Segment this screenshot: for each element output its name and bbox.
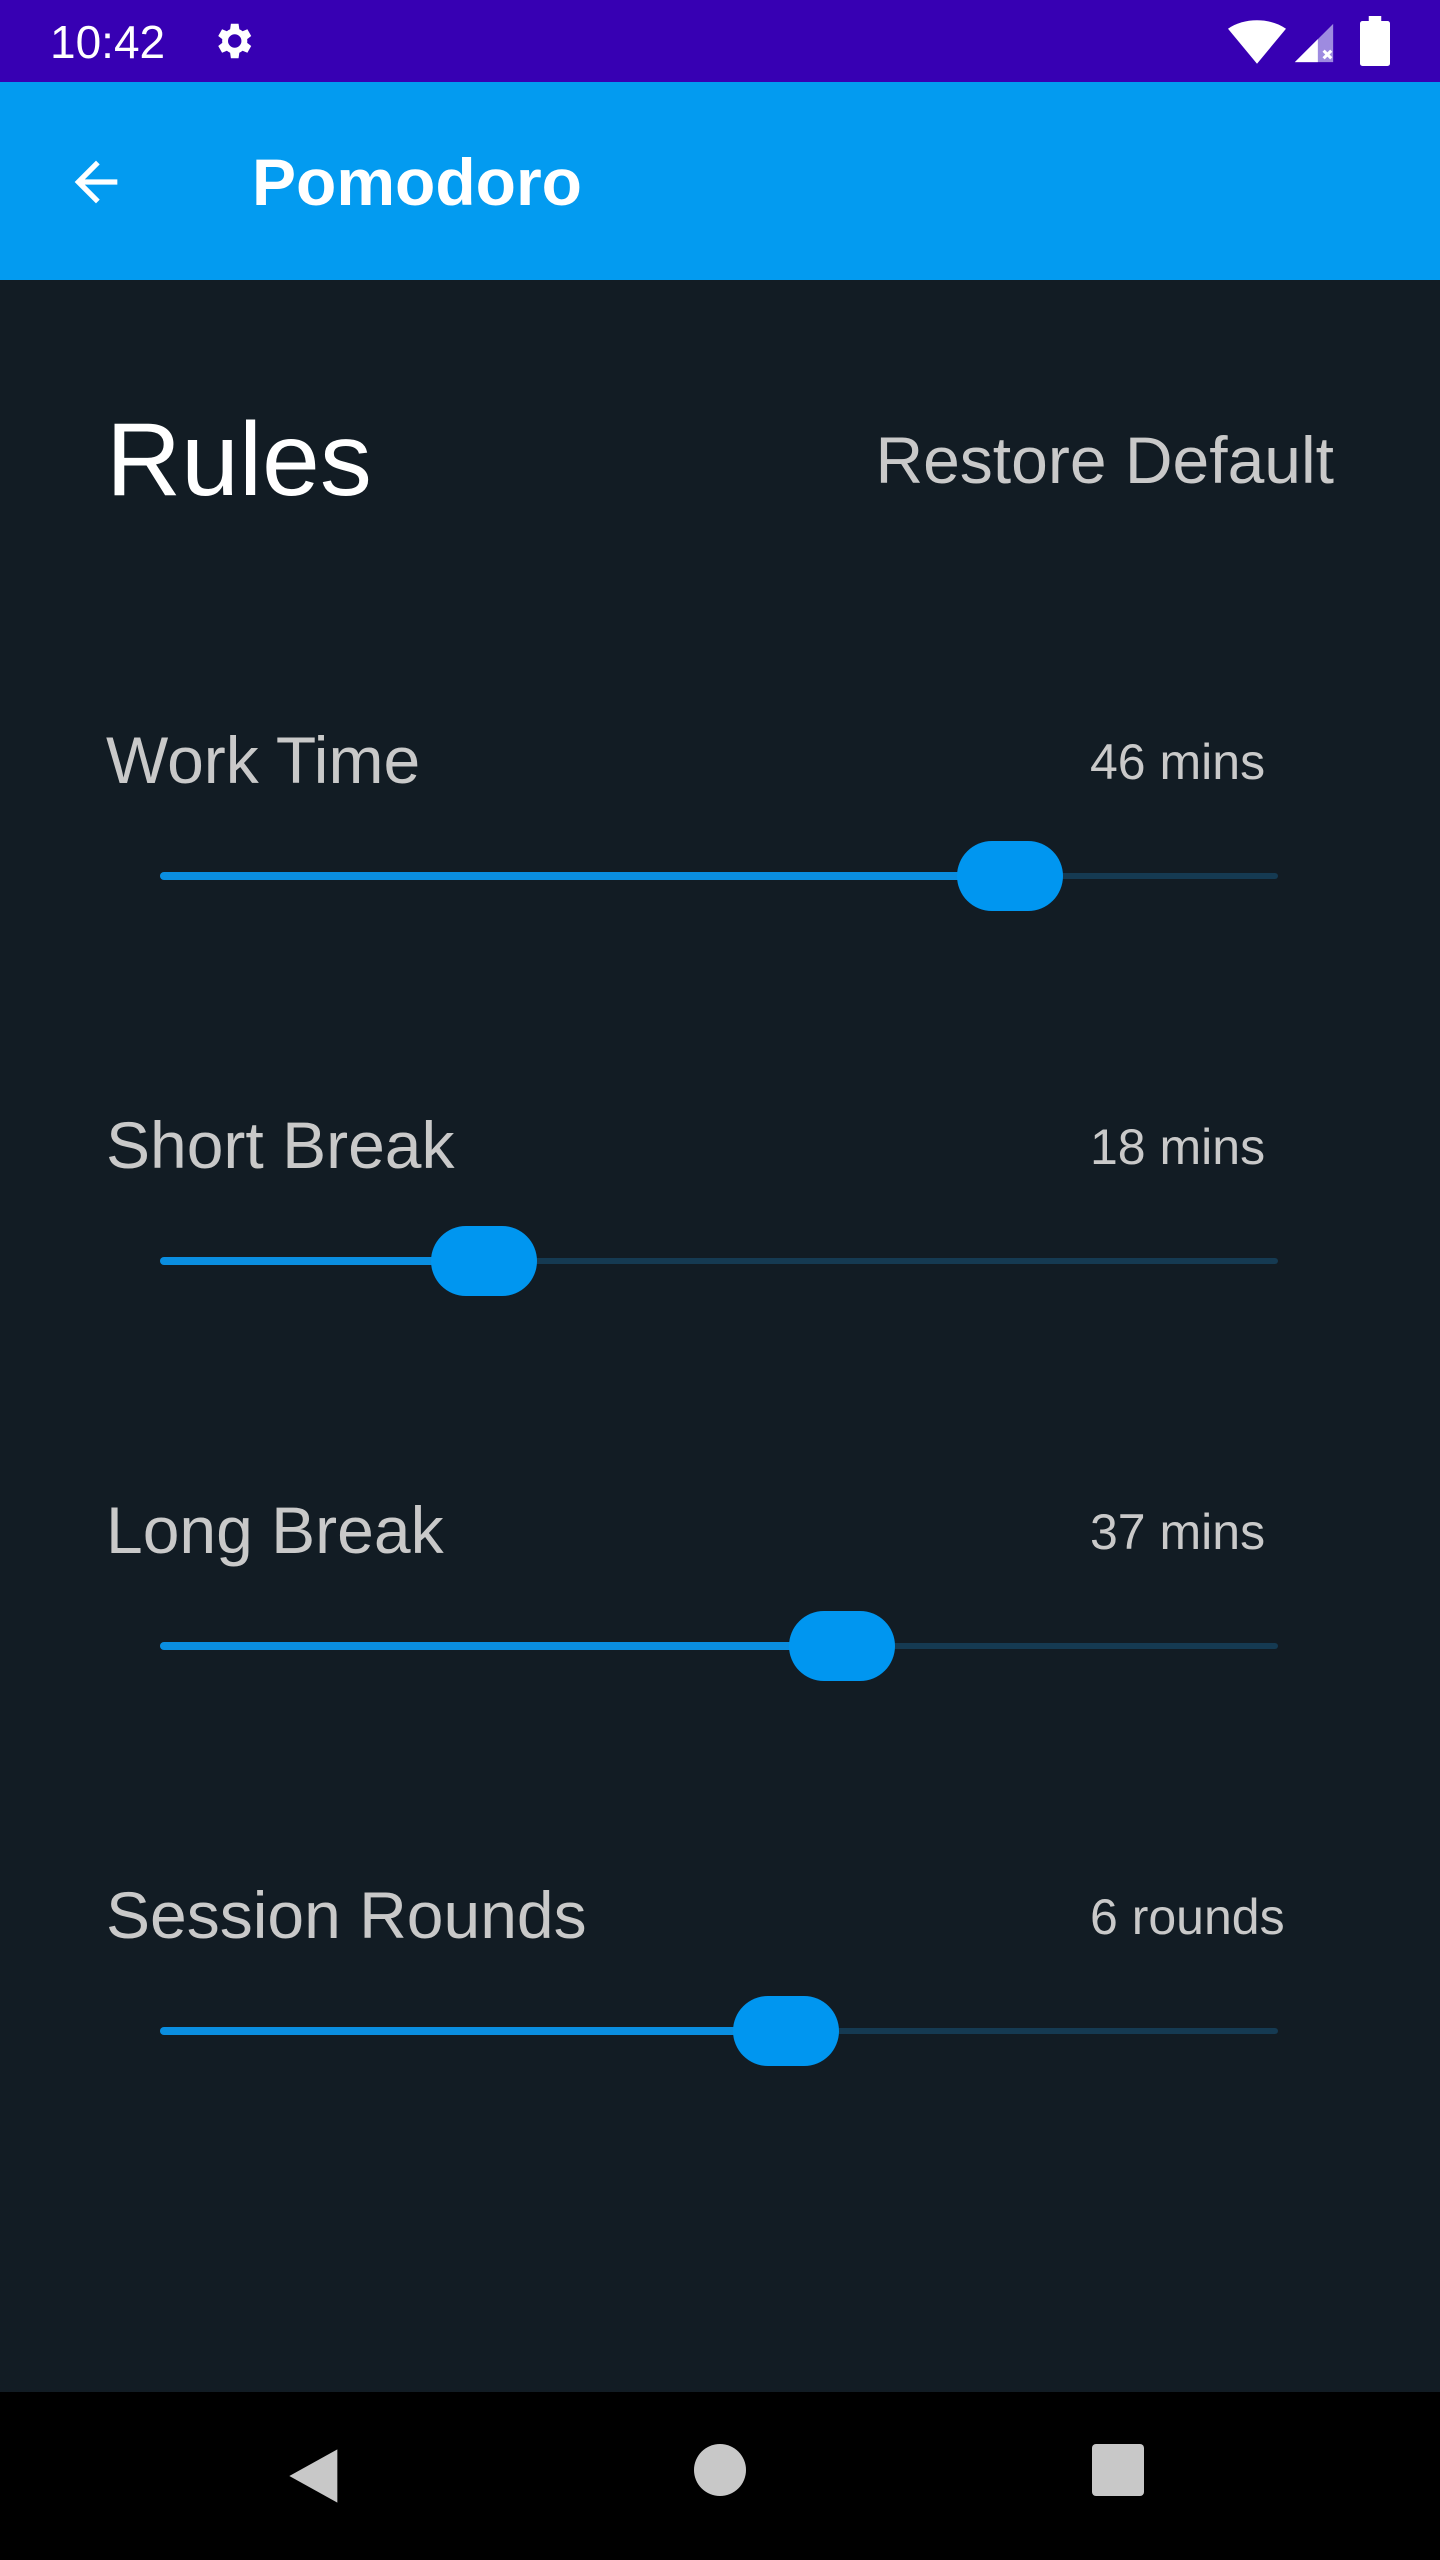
long-break-slider[interactable]: [160, 1611, 1278, 1681]
status-bar: 10:42: [0, 0, 1440, 82]
setting-long-break: Long Break 37 mins: [0, 1490, 1440, 1790]
restore-default-button[interactable]: Restore Default: [875, 420, 1334, 500]
setting-label: Short Break: [106, 1108, 455, 1182]
slider-thumb[interactable]: [956, 841, 1063, 911]
setting-label: Work Time: [106, 723, 421, 797]
slider-thumb[interactable]: [733, 1996, 840, 2066]
nav-home-icon[interactable]: [694, 2444, 746, 2496]
arrow-back-icon: [74, 160, 118, 204]
setting-label: Session Rounds: [106, 1878, 587, 1952]
setting-value: 6 rounds: [1090, 1889, 1285, 1945]
short-break-slider[interactable]: [160, 1226, 1278, 1296]
setting-value: 46 mins: [1090, 734, 1266, 790]
nav-recents-icon[interactable]: [1092, 2444, 1144, 2496]
setting-label: Long Break: [106, 1493, 444, 1567]
gear-icon: [218, 23, 252, 59]
signal-icon: [1294, 23, 1334, 63]
status-time: 10:42: [50, 16, 166, 68]
back-button[interactable]: [60, 146, 132, 218]
setting-value: 37 mins: [1090, 1504, 1266, 1560]
session-rounds-slider[interactable]: [160, 1996, 1278, 2066]
slider-thumb[interactable]: [788, 1611, 895, 1681]
work-time-slider[interactable]: [160, 841, 1278, 911]
battery-icon: [1360, 16, 1390, 66]
app-title: Pomodoro: [252, 145, 582, 219]
screen: 10:42 Pomodoro Rules Restore Default Wor…: [0, 0, 1440, 2560]
app-bar: Pomodoro: [0, 82, 1440, 280]
slider-thumb[interactable]: [431, 1226, 538, 1296]
navigation-bar: [0, 2392, 1440, 2560]
slider-fill: [160, 1642, 842, 1650]
slider-fill: [160, 872, 1010, 880]
setting-value: 18 mins: [1090, 1119, 1266, 1175]
nav-back-icon[interactable]: [284, 2444, 348, 2508]
setting-short-break: Short Break 18 mins: [0, 1105, 1440, 1405]
wifi-icon: [1228, 20, 1286, 64]
setting-work-time: Work Time 46 mins: [0, 720, 1440, 1020]
slider-fill: [160, 2027, 787, 2035]
rules-title: Rules: [106, 402, 372, 518]
setting-session-rounds: Session Rounds 6 rounds: [0, 1875, 1440, 2175]
